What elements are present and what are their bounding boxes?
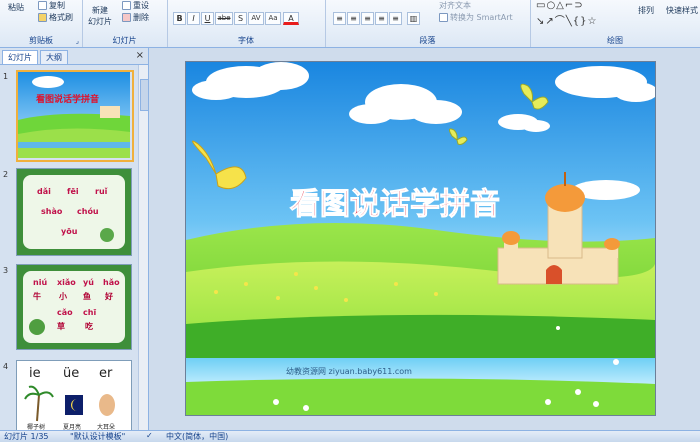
- align-center-button[interactable]: ≡: [347, 12, 360, 25]
- slide-number: 2: [3, 170, 9, 179]
- check-icon[interactable]: ✓: [146, 431, 153, 440]
- reset-button[interactable]: 重设: [122, 0, 149, 11]
- char-spacing-button[interactable]: AV: [248, 12, 264, 25]
- hanzi-text: 鱼: [83, 291, 91, 301]
- delete-slide-button[interactable]: 删除: [122, 12, 149, 23]
- slide-count: 幻灯片 1/35: [4, 432, 49, 441]
- pinyin-text: chī: [83, 308, 96, 317]
- align-left-button[interactable]: ≡: [333, 12, 346, 25]
- slides-group-label: 幻灯片: [112, 36, 137, 45]
- pinyin-text: dǎi: [37, 187, 51, 196]
- shadow-button[interactable]: S: [234, 12, 247, 25]
- drawing-group: ▭○△⌐⊃ ↘↗⌒╲{}☆ 排列 快速样式 绘图: [530, 0, 700, 47]
- slides-panel: 幻灯片 大纲 × 1 看图说话学拼音 2 dǎi fēi ruǐ shào ch…: [0, 48, 149, 431]
- font-group: B I U abe S AV Aa A 字体: [167, 0, 326, 47]
- pinyin-text: cǎo: [57, 308, 73, 317]
- paste-button[interactable]: 粘贴: [8, 2, 24, 13]
- hanzi-text: 草: [57, 321, 65, 331]
- brush-icon: [38, 13, 47, 22]
- pinyin-text: ruǐ: [95, 187, 108, 196]
- tab-slides[interactable]: 幻灯片: [2, 50, 38, 64]
- close-icon[interactable]: ×: [136, 50, 144, 61]
- language-status[interactable]: 中文(简体，中国): [166, 431, 228, 442]
- theme-name: "默认设计模板": [70, 432, 126, 441]
- pinyin-text: niú: [33, 278, 47, 287]
- smartart-icon: [439, 13, 448, 22]
- hanzi-text: 小: [58, 291, 67, 301]
- panel-scrollbar[interactable]: [138, 65, 149, 430]
- slide-number: 1: [3, 72, 9, 81]
- pinyin-text: yōu: [61, 227, 78, 236]
- slide-number: 3: [3, 266, 9, 275]
- thumbnail-image: ie üe er 椰子树 夏月亮 大耳朵: [16, 360, 132, 431]
- pinyin-text: hǎo: [103, 278, 120, 287]
- columns-button[interactable]: ▥: [407, 12, 420, 25]
- thumbnail-1-art: 看图说话学拼音: [18, 72, 130, 158]
- hanzi-text: 吃: [85, 321, 93, 331]
- font-color-button[interactable]: A: [283, 12, 299, 25]
- final-text: er: [99, 366, 113, 381]
- hanzi-text: 好: [104, 291, 113, 301]
- change-case-button[interactable]: Aa: [265, 12, 281, 25]
- new-slide-button[interactable]: 新建 幻灯片: [88, 5, 112, 27]
- tab-outline[interactable]: 大纲: [40, 50, 68, 64]
- current-slide[interactable]: 看图说话学拼音 幼教资源网 ziyuan.baby611.com: [185, 61, 656, 416]
- clipboard-label: 剪贴板: [29, 36, 53, 45]
- slide-title[interactable]: 看图说话学拼音: [290, 187, 501, 223]
- grass-band: [186, 314, 655, 362]
- watermark-text: 幼教资源网 ziyuan.baby611.com: [286, 366, 412, 376]
- clipboard-group: 粘贴 复制 格式刷 剪贴板 ⌟: [0, 0, 83, 47]
- slides-group: 新建 幻灯片 重设 删除 幻灯片: [82, 0, 168, 47]
- slide-editing-area: 看图说话学拼音 幼教资源网 ziyuan.baby611.com: [149, 48, 700, 430]
- hanzi-text: 牛: [33, 291, 41, 301]
- thumbnail-title: 看图说话学拼音: [36, 93, 99, 105]
- final-text: üe: [63, 366, 79, 381]
- final-text: ie: [29, 366, 41, 381]
- scrollbar-thumb[interactable]: [140, 79, 149, 111]
- pinyin-text: shào: [41, 207, 63, 216]
- ribbon: 粘贴 复制 格式刷 剪贴板 ⌟ 新建 幻灯片 重设 删除 幻灯片 B I U a…: [0, 0, 700, 48]
- reset-icon: [122, 1, 131, 10]
- slide-number: 4: [3, 362, 9, 371]
- copy-button[interactable]: 复制: [38, 0, 65, 11]
- quick-styles-button[interactable]: 快速样式: [666, 5, 698, 16]
- convert-smartart-button[interactable]: 转换为 SmartArt: [439, 12, 513, 23]
- pinyin-text: fēi: [67, 187, 79, 196]
- foreground-grass: [186, 378, 655, 415]
- delete-icon: [122, 13, 131, 22]
- dialog-launcher-icon[interactable]: ⌟: [76, 37, 79, 45]
- thumbnail-3-art: niú xiǎo yú hǎo 牛 小 鱼 好 cǎo chī 草 吃: [17, 265, 131, 349]
- font-group-label: 字体: [238, 36, 254, 45]
- drawing-group-label: 绘图: [607, 36, 623, 45]
- bold-button[interactable]: B: [173, 12, 186, 25]
- panel-tabs: 幻灯片 大纲 ×: [0, 48, 148, 65]
- copy-icon: [38, 1, 47, 10]
- thumbnail-2-art: dǎi fēi ruǐ shào chóu yōu: [17, 169, 131, 255]
- slide-artwork: 看图说话学拼音 幼教资源网 ziyuan.baby611.com: [186, 62, 655, 415]
- arrange-button[interactable]: 排列: [638, 5, 654, 16]
- underline-button[interactable]: U: [201, 12, 214, 25]
- align-text-button[interactable]: 对齐文本: [439, 0, 471, 11]
- align-right-button[interactable]: ≡: [361, 12, 374, 25]
- distribute-button[interactable]: ≡: [389, 12, 402, 25]
- shapes-gallery-row2[interactable]: ↘↗⌒╲{}☆: [536, 12, 597, 27]
- format-painter-button[interactable]: 格式刷: [38, 12, 73, 23]
- thumbnail-image: dǎi fēi ruǐ shào chóu yōu: [16, 168, 132, 256]
- pinyin-text: yú: [83, 278, 94, 287]
- thumbnail-image: niú xiǎo yú hǎo 牛 小 鱼 好 cǎo chī 草 吃: [16, 264, 132, 350]
- shapes-gallery[interactable]: ▭○△⌐⊃: [536, 0, 584, 11]
- thumbnail-image: 看图说话学拼音: [16, 70, 134, 162]
- italic-button[interactable]: I: [187, 12, 200, 25]
- pinyin-text: chóu: [77, 206, 99, 216]
- pinyin-text: xiǎo: [57, 278, 76, 287]
- status-bar: 幻灯片 1/35 "默认设计模板" ✓ 中文(简体，中国): [0, 430, 700, 442]
- thumbnail-4-art: ie üe er 椰子树 夏月亮 大耳朵: [17, 361, 131, 431]
- strikethrough-button[interactable]: abe: [215, 12, 233, 25]
- paragraph-group: ≡ ≡ ≡ ≡ ≡ ▥ 对齐文本 转换为 SmartArt 段落: [325, 0, 531, 47]
- justify-button[interactable]: ≡: [375, 12, 388, 25]
- paragraph-group-label: 段落: [419, 36, 436, 45]
